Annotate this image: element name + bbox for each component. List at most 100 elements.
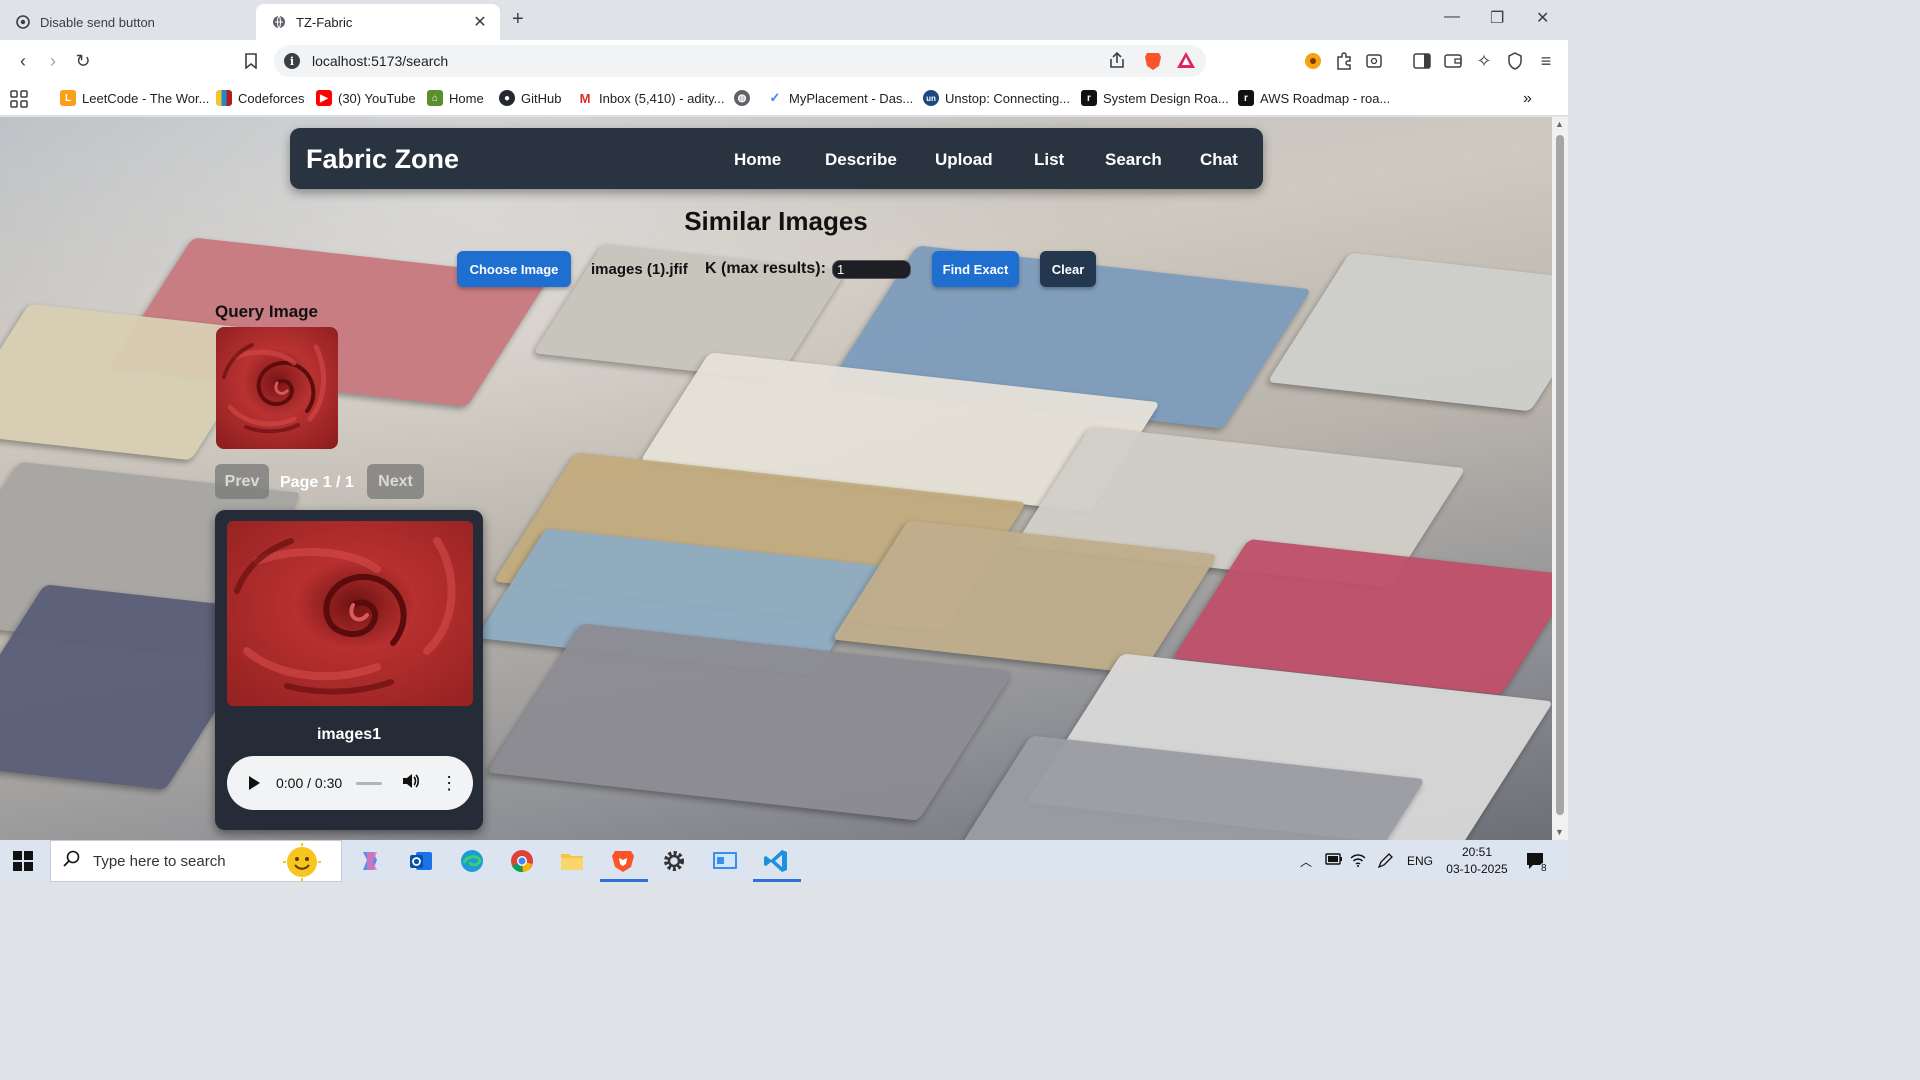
taskbar-search[interactable]: Type here to search <box>50 840 342 882</box>
address-bar[interactable]: i localhost:5173/search <box>274 45 1206 77</box>
clock-time: 20:51 <box>1461 845 1493 859</box>
brave-shields-icon[interactable] <box>1144 51 1162 76</box>
pen-icon[interactable] <box>1377 853 1393 872</box>
volume-icon[interactable] <box>402 773 420 794</box>
audio-player[interactable]: 0:00 / 0:30 ⋮ <box>227 756 473 810</box>
play-icon[interactable] <box>249 776 260 790</box>
roadmap-icon: r <box>1238 90 1254 106</box>
brave-browser-icon[interactable] <box>610 848 636 874</box>
choose-image-button[interactable]: Choose Image <box>457 251 571 287</box>
brand-logo[interactable]: Fabric Zone <box>306 144 459 175</box>
bookmark-gmail[interactable]: M Inbox (5,410) - adity... <box>577 90 725 106</box>
bookmark-icon[interactable] <box>240 50 262 72</box>
more-options-icon[interactable]: ⋮ <box>440 774 458 792</box>
taskbar-search-placeholder: Type here to search <box>93 852 226 870</box>
extension-metamask-icon[interactable] <box>1302 50 1324 72</box>
bookmark-globe[interactable]: ◍ <box>734 90 756 106</box>
leetcode-icon: L <box>60 90 76 106</box>
k-label: K (max results): <box>705 260 826 277</box>
wifi-icon[interactable] <box>1350 853 1366 870</box>
clear-button[interactable]: Clear <box>1040 251 1096 287</box>
k-input[interactable]: 1 <box>832 260 911 279</box>
close-window-icon[interactable]: ✕ <box>1536 8 1549 28</box>
nav-search[interactable]: Search <box>1105 150 1162 170</box>
scroll-up-icon[interactable]: ▲ <box>1555 119 1564 129</box>
vscode-icon[interactable] <box>763 848 789 874</box>
youtube-icon: ▶ <box>316 90 332 106</box>
nav-home[interactable]: Home <box>734 150 781 170</box>
bookmark-leetcode[interactable]: L LeetCode - The Wor... <box>60 90 209 106</box>
page-scrollbar[interactable]: ▲ ▼ <box>1552 117 1568 840</box>
outlook-icon[interactable] <box>408 848 434 874</box>
page-viewport: Fabric Zone Home Describe Upload List Se… <box>0 117 1552 840</box>
page-indicator: Page 1 / 1 <box>280 474 354 491</box>
codeforces-icon <box>216 90 232 106</box>
nav-list[interactable]: List <box>1034 150 1064 170</box>
bookmark-codeforces[interactable]: Codeforces <box>216 90 304 106</box>
control-panel-icon[interactable] <box>712 848 738 874</box>
nav-describe[interactable]: Describe <box>825 150 897 170</box>
result-card[interactable]: images1 0:00 / 0:30 ⋮ <box>215 510 483 830</box>
bookmark-aws-roadmap[interactable]: r AWS Roadmap - roa... <box>1238 90 1390 106</box>
tab-title: Disable send button <box>40 14 155 30</box>
gmail-icon: M <box>577 90 593 106</box>
wallet-icon[interactable] <box>1442 50 1464 72</box>
bookmark-system-design[interactable]: r System Design Roa... <box>1081 90 1229 106</box>
share-icon[interactable] <box>1108 51 1126 74</box>
show-hidden-icons-icon[interactable]: ︿ <box>1300 853 1312 870</box>
menu-icon[interactable]: ≡ <box>1535 50 1557 72</box>
reader-mode-icon[interactable] <box>1363 50 1385 72</box>
smiley-icon <box>281 843 323 886</box>
active-app-indicator <box>600 879 648 882</box>
clock-date: 03-10-2025 <box>1446 862 1508 876</box>
bookmark-youtube[interactable]: ▶ (30) YouTube <box>316 90 416 106</box>
chrome-icon[interactable] <box>509 848 535 874</box>
new-tab-button[interactable]: + <box>512 8 524 31</box>
nav-chat[interactable]: Chat <box>1200 150 1238 170</box>
restore-icon[interactable]: ❐ <box>1490 8 1504 28</box>
next-page-button[interactable]: Next <box>367 464 424 499</box>
language-indicator[interactable]: ENG <box>1407 854 1433 868</box>
close-tab-icon[interactable]: ✕ <box>470 12 490 32</box>
taskbar-clock[interactable]: 20:51 03-10-2025 <box>1438 844 1516 878</box>
tab-title: TZ-Fabric <box>296 14 353 30</box>
site-info-icon[interactable]: i <box>284 53 300 69</box>
reload-icon[interactable]: ↻ <box>72 50 94 72</box>
leo-ai-icon[interactable]: ✧ <box>1473 50 1495 72</box>
audio-time: 0:00 / 0:30 <box>276 775 343 791</box>
vpn-shield-icon[interactable] <box>1504 50 1526 72</box>
brave-rewards-icon[interactable] <box>1176 51 1196 74</box>
file-explorer-icon[interactable] <box>559 848 585 874</box>
scrollbar-thumb[interactable] <box>1556 135 1564 815</box>
forward-icon[interactable]: › <box>42 50 64 72</box>
bookmark-unstop[interactable]: un Unstop: Connecting... <box>923 90 1070 106</box>
app-navbar: Fabric Zone Home Describe Upload List Se… <box>290 128 1263 189</box>
audio-progress-slider[interactable] <box>356 781 383 785</box>
bookmark-myplacement[interactable]: ✓ MyPlacement - Das... <box>767 90 913 106</box>
apps-grid-icon[interactable] <box>10 90 28 108</box>
back-icon[interactable]: ‹ <box>12 50 34 72</box>
edge-icon[interactable] <box>459 848 485 874</box>
battery-icon[interactable] <box>1325 853 1343 868</box>
bookmark-github[interactable]: ● GitHub <box>499 90 561 106</box>
bookmark-home[interactable]: ⌂ Home <box>427 90 484 106</box>
nav-upload[interactable]: Upload <box>935 150 993 170</box>
windows-start-icon[interactable] <box>13 851 33 871</box>
extensions-puzzle-icon[interactable] <box>1333 50 1355 72</box>
tab-tz-fabric[interactable]: TZ-Fabric ✕ <box>256 4 500 40</box>
globe-icon: ◍ <box>734 90 750 106</box>
copilot-icon[interactable] <box>357 848 383 874</box>
tab-disable-send-button[interactable]: Disable send button <box>0 4 252 40</box>
github-icon: ● <box>499 90 515 106</box>
scroll-down-icon[interactable]: ▼ <box>1555 827 1564 837</box>
tab-strip: Disable send button TZ-Fabric ✕ + — ❐ ✕ <box>0 0 1568 40</box>
home-icon: ⌂ <box>427 90 443 106</box>
settings-gear-icon[interactable] <box>661 848 687 874</box>
more-bookmarks-icon[interactable]: » <box>1523 90 1532 108</box>
unstop-icon: un <box>923 90 939 106</box>
globe-icon <box>272 15 286 29</box>
sidebar-icon[interactable] <box>1411 50 1433 72</box>
minimize-icon[interactable]: — <box>1444 8 1460 26</box>
prev-page-button[interactable]: Prev <box>215 464 269 499</box>
find-exact-button[interactable]: Find Exact <box>932 251 1019 287</box>
